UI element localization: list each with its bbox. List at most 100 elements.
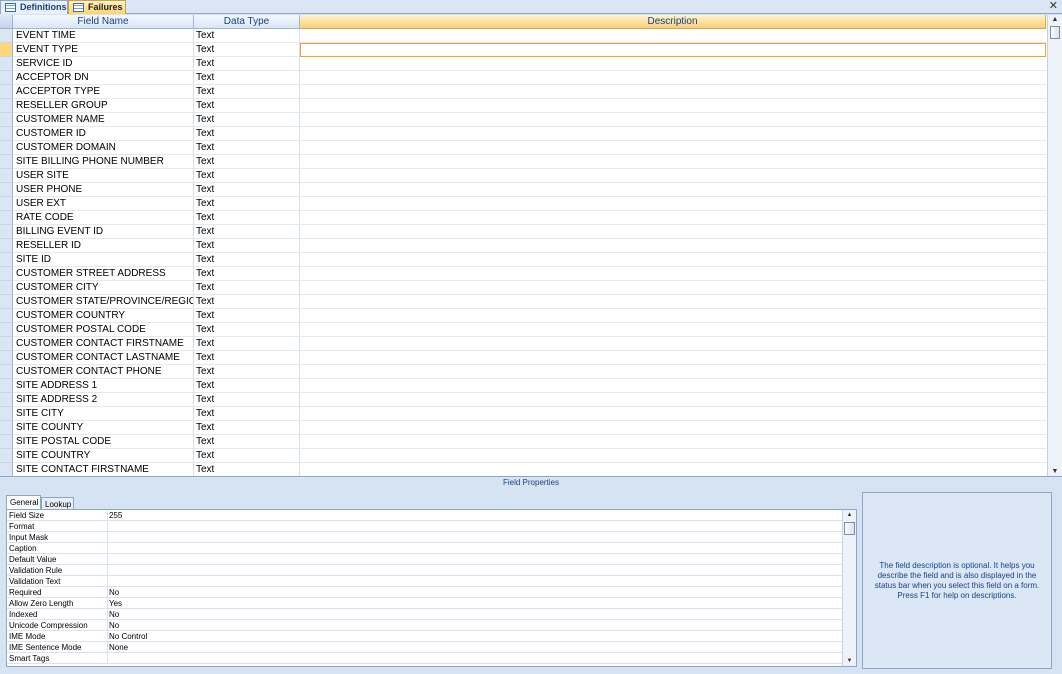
table-row[interactable]: SITE COUNTY Text <box>0 421 1046 435</box>
row-selector[interactable] <box>0 351 13 365</box>
field-name-cell[interactable]: SITE ADDRESS 1 <box>13 379 194 393</box>
table-row[interactable]: CUSTOMER STREET ADDRESS Text <box>0 267 1046 281</box>
row-selector[interactable] <box>0 463 13 476</box>
column-header-description[interactable]: Description <box>300 15 1046 29</box>
property-value[interactable]: 255 <box>107 510 843 521</box>
table-row[interactable]: CUSTOMER POSTAL CODE Text <box>0 323 1046 337</box>
property-value[interactable]: No <box>107 620 843 631</box>
field-name-cell[interactable]: CUSTOMER CONTACT PHONE <box>13 365 194 379</box>
field-name-cell[interactable]: RATE CODE <box>13 211 194 225</box>
description-cell[interactable] <box>300 449 1046 463</box>
data-type-cell[interactable]: Text <box>194 267 300 281</box>
table-row[interactable]: RESELLER ID Text <box>0 239 1046 253</box>
property-value[interactable]: Yes <box>107 598 843 609</box>
row-selector[interactable] <box>0 435 13 449</box>
data-type-cell[interactable]: Text <box>194 211 300 225</box>
column-header-field-name[interactable]: Field Name <box>13 15 194 29</box>
row-selector[interactable] <box>0 85 13 99</box>
data-type-cell[interactable]: Text <box>194 337 300 351</box>
data-type-cell[interactable]: Text <box>194 85 300 99</box>
row-selector[interactable] <box>0 239 13 253</box>
table-row[interactable]: SITE CONTACT FIRSTNAME Text <box>0 463 1046 476</box>
row-selector[interactable] <box>0 127 13 141</box>
description-cell[interactable] <box>300 169 1046 183</box>
row-selector[interactable] <box>0 211 13 225</box>
table-row[interactable]: CUSTOMER CONTACT PHONE Text <box>0 365 1046 379</box>
property-row[interactable]: Caption <box>7 543 856 554</box>
data-type-cell[interactable]: Text <box>194 225 300 239</box>
description-cell[interactable] <box>300 393 1046 407</box>
grid-vertical-scrollbar[interactable]: ▲ ▼ <box>1047 15 1062 476</box>
field-name-cell[interactable]: CUSTOMER POSTAL CODE <box>13 323 194 337</box>
property-value[interactable]: No <box>107 587 843 598</box>
description-cell[interactable] <box>300 463 1046 476</box>
row-selector[interactable] <box>0 225 13 239</box>
tab-general[interactable]: General <box>6 495 41 509</box>
field-name-cell[interactable]: CUSTOMER COUNTRY <box>13 309 194 323</box>
row-selector[interactable] <box>0 99 13 113</box>
description-cell[interactable] <box>300 127 1046 141</box>
description-cell[interactable] <box>300 141 1046 155</box>
data-type-cell[interactable]: Text <box>194 393 300 407</box>
data-type-cell[interactable]: Text <box>194 407 300 421</box>
field-name-cell[interactable]: EVENT TIME <box>13 29 194 43</box>
table-row[interactable]: SITE CITY Text <box>0 407 1046 421</box>
data-type-cell[interactable]: Text <box>194 421 300 435</box>
data-type-cell[interactable]: Text <box>194 309 300 323</box>
row-selector[interactable] <box>0 365 13 379</box>
table-row[interactable]: BILLING EVENT ID Text <box>0 225 1046 239</box>
table-row[interactable]: SITE ADDRESS 2 Text <box>0 393 1046 407</box>
description-cell[interactable] <box>300 337 1046 351</box>
property-value[interactable] <box>107 565 843 576</box>
description-cell[interactable] <box>300 99 1046 113</box>
table-row[interactable]: CUSTOMER ID Text <box>0 127 1046 141</box>
description-cell[interactable] <box>300 267 1046 281</box>
description-cell[interactable] <box>300 211 1046 225</box>
property-value[interactable] <box>107 532 843 543</box>
field-name-cell[interactable]: SITE BILLING PHONE NUMBER <box>13 155 194 169</box>
table-row[interactable]: SITE POSTAL CODE Text <box>0 435 1046 449</box>
row-selector[interactable] <box>0 407 13 421</box>
row-selector[interactable] <box>0 421 13 435</box>
property-row[interactable]: Unicode Compression No <box>7 620 856 631</box>
property-row[interactable]: Required No <box>7 587 856 598</box>
property-value[interactable] <box>107 576 843 587</box>
description-cell[interactable] <box>300 421 1046 435</box>
property-value[interactable]: No <box>107 609 843 620</box>
row-selector[interactable] <box>0 323 13 337</box>
data-type-cell[interactable]: Text <box>194 127 300 141</box>
data-type-cell[interactable]: Text <box>194 99 300 113</box>
table-row[interactable]: ACCEPTOR TYPE Text <box>0 85 1046 99</box>
data-type-cell[interactable]: Text <box>194 71 300 85</box>
table-row[interactable]: USER SITE Text <box>0 169 1046 183</box>
description-cell[interactable] <box>300 365 1046 379</box>
description-cell[interactable] <box>300 155 1046 169</box>
data-type-cell[interactable]: Text <box>194 197 300 211</box>
table-row[interactable]: CUSTOMER NAME Text <box>0 113 1046 127</box>
description-cell[interactable] <box>300 309 1046 323</box>
description-cell[interactable] <box>300 281 1046 295</box>
field-name-cell[interactable]: BILLING EVENT ID <box>13 225 194 239</box>
row-selector[interactable] <box>0 309 13 323</box>
table-row[interactable]: CUSTOMER STATE/PROVINCE/REGION Text <box>0 295 1046 309</box>
description-cell[interactable] <box>300 351 1046 365</box>
row-selector[interactable] <box>0 43 13 57</box>
field-name-cell[interactable]: USER PHONE <box>13 183 194 197</box>
description-cell[interactable] <box>300 113 1046 127</box>
field-name-cell[interactable]: ACCEPTOR TYPE <box>13 85 194 99</box>
data-type-cell[interactable]: Text <box>194 449 300 463</box>
data-type-cell[interactable]: Text <box>194 351 300 365</box>
field-name-cell[interactable]: CUSTOMER DOMAIN <box>13 141 194 155</box>
description-cell[interactable] <box>300 57 1046 71</box>
data-type-cell[interactable]: Text <box>194 169 300 183</box>
field-name-cell[interactable]: SITE POSTAL CODE <box>13 435 194 449</box>
property-value[interactable] <box>107 543 843 554</box>
description-cell[interactable] <box>300 253 1046 267</box>
field-name-cell[interactable]: SITE COUNTY <box>13 421 194 435</box>
select-all-corner[interactable] <box>0 15 13 29</box>
data-type-cell[interactable]: Text <box>194 323 300 337</box>
row-selector[interactable] <box>0 267 13 281</box>
row-selector[interactable] <box>0 197 13 211</box>
tab-failures[interactable]: Failures <box>68 0 126 14</box>
table-row[interactable]: USER EXT Text <box>0 197 1046 211</box>
